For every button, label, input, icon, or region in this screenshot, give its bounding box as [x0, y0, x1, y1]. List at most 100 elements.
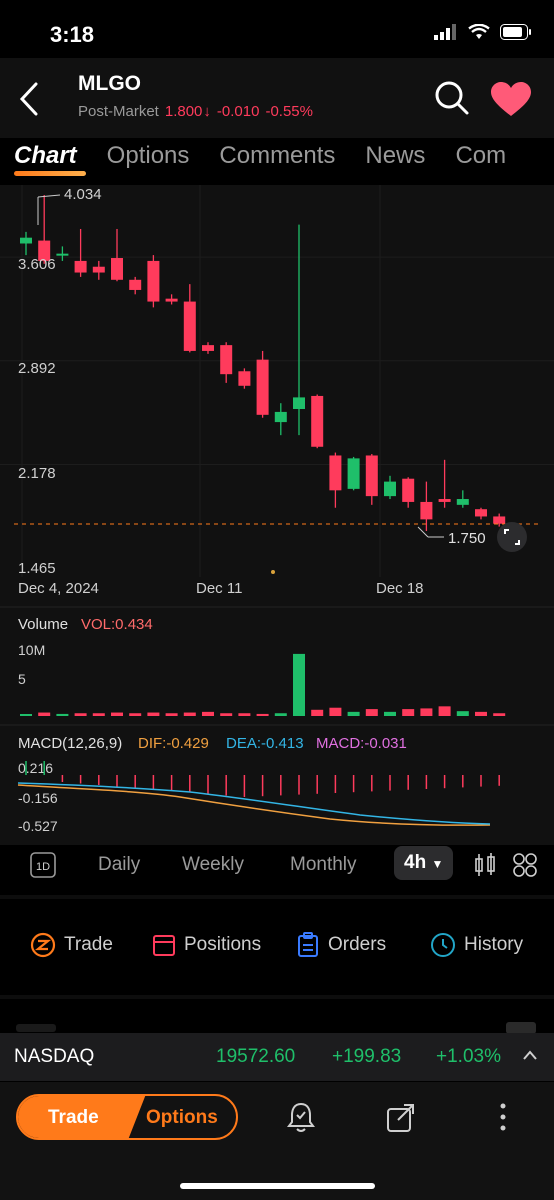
event-dot [271, 570, 275, 574]
post-market-change: -0.010 [216, 103, 260, 120]
status-icons [434, 24, 532, 40]
history-icon [431, 933, 455, 957]
options-button[interactable]: Options [146, 1107, 218, 1129]
orders-action[interactable]: Orders [296, 932, 386, 958]
chart-grid [0, 185, 554, 577]
search-icon[interactable] [434, 80, 470, 116]
candle-body [202, 345, 214, 351]
candle-body [56, 253, 69, 256]
candle-body [220, 345, 233, 375]
tab-comments[interactable]: Comments [219, 142, 335, 170]
chevron-up-icon[interactable] [522, 1049, 538, 1061]
candle-body [293, 397, 305, 410]
period-monthly[interactable]: Monthly [290, 854, 357, 876]
index-ticker-bar[interactable]: NASDAQ 19572.60 +199.83 +1.03% [0, 1033, 554, 1081]
battery-icon [500, 24, 531, 40]
candle-body [111, 258, 123, 280]
candle-body [456, 499, 469, 505]
candle-style-icon[interactable] [473, 852, 499, 878]
macd-title: MACD(12,26,9) [18, 735, 122, 752]
grid-layout-icon[interactable] [512, 852, 538, 878]
trade-button[interactable]: Trade [48, 1107, 99, 1129]
candle-body [493, 516, 506, 524]
volume-bar [56, 713, 69, 716]
trade-options-toggle: Trade Options [16, 1094, 238, 1140]
candle [365, 454, 378, 505]
tab-more[interactable]: Com [455, 142, 506, 170]
candle [329, 452, 342, 508]
wifi-icon [468, 24, 490, 39]
fullscreen-icon[interactable] [497, 522, 527, 552]
volume-bar [111, 712, 123, 716]
more-options-icon[interactable] [494, 1100, 512, 1134]
chart-panel[interactable]: 4.034 4.034 3.606 2.892 2.178 1.465 1.75… [0, 185, 554, 845]
candle [165, 294, 178, 305]
volume-bar [384, 711, 396, 716]
volume-bar [365, 709, 378, 716]
candle-body [274, 411, 287, 423]
volume-bar [274, 713, 287, 716]
x-label-0: Dec 4, 2024 [18, 580, 99, 597]
period-4h-dropdown[interactable]: 4h ▼ [394, 846, 454, 880]
price-label-2: 2.892 [18, 360, 56, 377]
candle [293, 224, 305, 436]
volume-bar [493, 713, 506, 716]
period-1d-icon[interactable]: 1D [30, 852, 56, 884]
candle [111, 228, 123, 282]
tab-chart[interactable]: Chart [14, 142, 86, 176]
x-label-2: Dec 18 [376, 580, 424, 597]
volume-bar [129, 713, 142, 716]
post-market-change-pct: -0.55% [265, 103, 313, 120]
history-action[interactable]: History [430, 932, 523, 958]
volume-bar [456, 711, 469, 716]
volume-bar [438, 706, 451, 716]
signal-icon [434, 24, 456, 40]
volume-bar [147, 712, 160, 716]
volume-bar [329, 707, 342, 716]
period-selector: 1D Daily Weekly Monthly 4h ▼ [0, 846, 554, 884]
status-time: 3:18 [50, 22, 95, 47]
volume-bar [20, 714, 32, 716]
macd-value: MACD:-0.031 [316, 735, 407, 752]
candle [183, 284, 196, 353]
candlestick-chart[interactable]: 4.034 4.034 3.606 2.892 2.178 1.465 1.75… [0, 185, 554, 845]
volume-tick-10m: 10M [18, 642, 45, 658]
candle-body [147, 260, 160, 302]
candle-body [438, 499, 451, 502]
macd-dea: DEA:-0.413 [226, 735, 304, 752]
tab-options[interactable]: Options [107, 142, 190, 170]
price-alert-bell-icon[interactable] [284, 1100, 318, 1134]
volume-value: VOL:0.434 [81, 616, 153, 633]
favorite-heart-icon[interactable] [490, 82, 532, 118]
candle-body [92, 266, 105, 273]
volume-bar [183, 712, 196, 716]
index-change-pct: +1.03% [436, 1046, 501, 1067]
back-icon[interactable] [18, 82, 40, 116]
candle [456, 490, 469, 508]
header [0, 58, 554, 138]
x-label-1: Dec 11 [196, 580, 242, 597]
dif-line [17, 784, 491, 826]
svg-text:1D: 1D [36, 861, 50, 873]
tab-news[interactable]: News [365, 142, 425, 170]
positions-action[interactable]: Positions [152, 932, 261, 958]
session-label: Post-Market [78, 103, 159, 120]
period-weekly[interactable]: Weekly [182, 854, 244, 876]
period-daily[interactable]: Daily [98, 854, 140, 876]
share-icon[interactable] [384, 1100, 418, 1134]
positions-icon [153, 935, 175, 956]
candle [56, 246, 69, 261]
candle-body [420, 501, 433, 520]
orders-icon [298, 932, 318, 957]
macd-tick-1: -0.156 [18, 790, 58, 806]
trade-action[interactable]: Trade [30, 932, 113, 958]
volume-bar [220, 713, 233, 716]
post-market-price: 1.800 [164, 103, 203, 120]
index-value: 19572.60 [216, 1046, 296, 1067]
candle-body [183, 301, 196, 351]
candle-body [475, 509, 487, 517]
ticker-symbol: MLGO [78, 72, 141, 95]
candle-body [311, 395, 324, 447]
candle [256, 350, 269, 418]
volume-bar [165, 713, 178, 716]
